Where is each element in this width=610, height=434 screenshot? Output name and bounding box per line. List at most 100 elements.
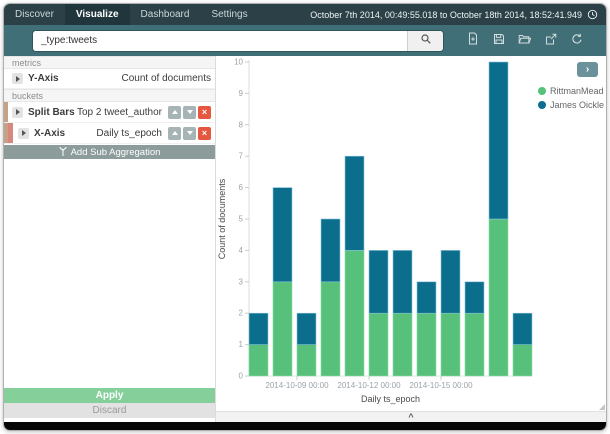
bar-segment[interactable]	[249, 345, 268, 376]
remove-agg-button[interactable]: ×	[198, 106, 211, 119]
y-axis-title: Count of documents	[217, 178, 227, 259]
export-icon	[545, 32, 557, 50]
clock-icon	[587, 9, 598, 20]
bar-segment[interactable]	[345, 250, 364, 376]
legend-label: RittmanMead	[550, 86, 604, 96]
resize-handle[interactable]	[599, 404, 605, 410]
metrics-section-header: metrics	[4, 56, 215, 69]
search-button[interactable]	[407, 31, 443, 51]
legend-item[interactable]: James Oickle	[538, 100, 604, 110]
bar-segment[interactable]	[489, 62, 508, 219]
y-axis-agg-row[interactable]: Y-Axis Count of documents	[4, 69, 215, 89]
export-button[interactable]	[544, 34, 557, 47]
move-up-button[interactable]	[168, 106, 181, 119]
tab-dashboard-label: Dashboard	[141, 9, 190, 20]
split-bars-value: Top 2 tweet_author	[77, 107, 162, 118]
agg-row-buttons: ×	[166, 106, 211, 119]
x-axis-label: X-Axis	[34, 128, 65, 139]
move-down-button[interactable]	[183, 106, 196, 119]
legend-collapse-button[interactable]: ›	[577, 62, 598, 77]
bar-segment[interactable]	[465, 313, 484, 376]
bar-segment[interactable]	[393, 250, 412, 313]
expand-toggle-button[interactable]	[18, 128, 29, 139]
caret-right-icon	[22, 130, 26, 136]
bar-segment[interactable]	[273, 282, 292, 376]
arrow-up-icon	[172, 131, 178, 135]
legend-color-dot	[538, 87, 546, 95]
save-button[interactable]	[492, 34, 505, 47]
visualization-sidebar: metrics Y-Axis Count of documents bucket…	[4, 56, 216, 422]
close-icon: ×	[202, 108, 207, 117]
search-icon	[420, 32, 432, 50]
arrow-down-icon	[187, 131, 193, 135]
refresh-button[interactable]	[570, 34, 583, 47]
tab-dashboard[interactable]: Dashboard	[130, 4, 201, 25]
bar-segment[interactable]	[297, 313, 316, 344]
y-tick-label: 6	[239, 183, 244, 192]
expand-toggle-button[interactable]	[12, 73, 23, 84]
buckets-section-header: buckets	[4, 89, 215, 102]
arrow-up-icon	[172, 110, 178, 114]
y-tick-label: 8	[239, 120, 244, 129]
bar-segment[interactable]	[417, 282, 436, 313]
bar-segment[interactable]	[513, 313, 532, 344]
x-axis-title: Daily ts_epoch	[361, 394, 420, 404]
bar-segment[interactable]	[441, 313, 460, 376]
bar-segment[interactable]	[321, 282, 340, 376]
bar-segment[interactable]	[369, 313, 388, 376]
sidebar-spacer	[4, 159, 215, 388]
y-tick-label: 5	[239, 215, 244, 224]
bar-segment[interactable]	[417, 313, 436, 376]
chevron-right-icon: ›	[586, 64, 589, 75]
add-sub-aggregation-button[interactable]: Add Sub Aggregation	[4, 145, 215, 159]
branch-icon	[59, 146, 67, 159]
tab-visualize[interactable]: Visualize	[65, 4, 130, 25]
new-document-button[interactable]	[466, 34, 479, 47]
legend-items: RittmanMead James Oickle	[536, 86, 604, 110]
open-folder-icon	[518, 32, 531, 50]
y-tick-label: 4	[239, 246, 244, 255]
discard-button[interactable]: Discard	[4, 403, 215, 418]
bar-segment[interactable]	[465, 282, 484, 313]
open-folder-button[interactable]	[518, 34, 531, 47]
x-axis-value: Daily ts_epoch	[96, 128, 162, 139]
window-bottom-strip	[4, 422, 606, 430]
remove-agg-button[interactable]: ×	[198, 127, 211, 140]
tab-discover[interactable]: Discover	[4, 4, 65, 25]
bar-segment[interactable]	[513, 345, 532, 376]
move-up-button[interactable]	[168, 127, 181, 140]
apply-button[interactable]: Apply	[4, 388, 215, 403]
bar-segment[interactable]	[345, 156, 364, 250]
refresh-icon	[571, 32, 583, 50]
y-tick-label: 10	[234, 58, 243, 67]
bar-segment[interactable]	[489, 219, 508, 376]
x-axis-agg-row[interactable]: X-Axis Daily ts_epoch ×	[4, 123, 215, 144]
bar-segment[interactable]	[273, 188, 292, 282]
search-input[interactable]	[33, 31, 407, 51]
app-window: Discover Visualize Dashboard Settings Oc…	[3, 3, 607, 431]
x-tick-label: 2014-10-09 00:00	[265, 381, 329, 390]
time-picker[interactable]: October 7th 2014, 00:49:55.018 to Octobe…	[310, 4, 606, 25]
legend-item[interactable]: RittmanMead	[538, 86, 604, 96]
tab-settings[interactable]: Settings	[200, 4, 258, 25]
panel-collapse-bar[interactable]: ^	[216, 411, 606, 422]
split-bars-agg-row[interactable]: Split Bars Top 2 tweet_author ×	[4, 102, 215, 123]
bar-segment[interactable]	[369, 250, 388, 313]
y-tick-label: 3	[239, 277, 244, 286]
bar-segment[interactable]	[297, 345, 316, 376]
tab-visualize-label: Visualize	[76, 9, 119, 20]
move-down-button[interactable]	[183, 127, 196, 140]
chart-container: 0123456789102014-10-09 00:002014-10-12 0…	[216, 56, 606, 411]
bar-segment[interactable]	[441, 250, 460, 313]
chart-legend: › RittmanMead James Oickle	[536, 56, 606, 411]
y-tick-label: 0	[239, 372, 244, 381]
close-icon: ×	[202, 129, 207, 138]
y-tick-label: 7	[239, 152, 244, 161]
query-bar	[4, 25, 606, 56]
y-tick-label: 2	[239, 309, 244, 318]
bar-segment[interactable]	[393, 313, 412, 376]
bar-segment[interactable]	[321, 219, 340, 282]
expand-toggle-button[interactable]	[12, 107, 23, 118]
bar-segment[interactable]	[249, 313, 268, 344]
y-axis-value: Count of documents	[122, 73, 212, 84]
